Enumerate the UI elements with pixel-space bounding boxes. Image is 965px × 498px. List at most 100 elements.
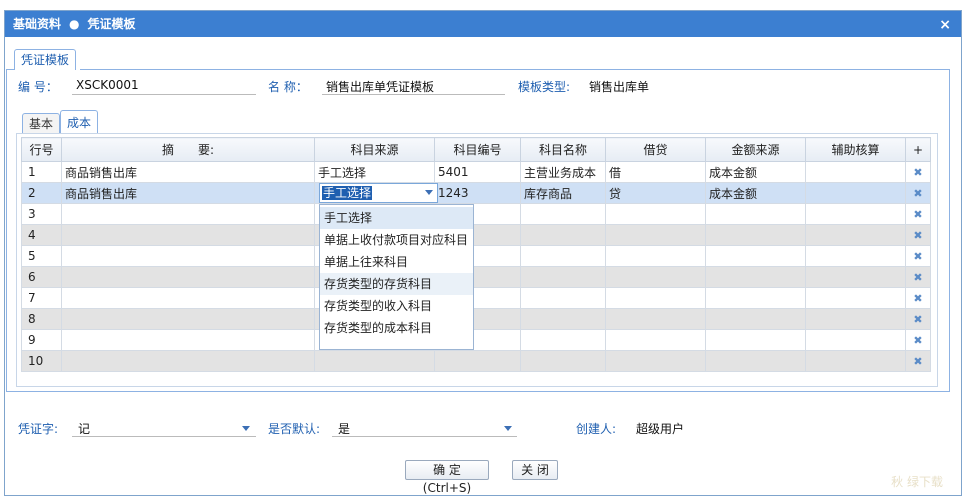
debit-credit-cell[interactable] xyxy=(605,308,706,330)
auxiliary-cell[interactable] xyxy=(805,245,906,267)
dropdown-option-inventory-account[interactable]: 存货类型的存货科目 xyxy=(320,273,473,295)
summary-cell[interactable] xyxy=(61,329,315,351)
delete-row-button[interactable]: ✖ xyxy=(905,245,931,267)
table-row[interactable]: 6 ✖ xyxy=(21,266,931,288)
delete-row-button[interactable]: ✖ xyxy=(905,203,931,225)
delete-row-button[interactable]: ✖ xyxy=(905,350,931,372)
debit-credit-cell[interactable] xyxy=(605,245,706,267)
chevron-down-icon[interactable] xyxy=(242,426,250,431)
amount-source-cell[interactable] xyxy=(705,245,806,267)
summary-cell[interactable]: 商品销售出库 xyxy=(61,182,315,204)
close-button[interactable]: 关 闭 xyxy=(512,460,558,480)
account-name-cell[interactable] xyxy=(520,203,606,225)
summary-cell[interactable] xyxy=(61,350,315,372)
summary-cell[interactable] xyxy=(61,287,315,309)
summary-cell[interactable] xyxy=(61,224,315,246)
delete-row-button[interactable]: ✖ xyxy=(905,182,931,204)
account-source-combo[interactable]: 手工选择 xyxy=(319,183,438,203)
auxiliary-cell[interactable] xyxy=(805,329,906,351)
chevron-down-icon[interactable] xyxy=(425,190,433,195)
summary-cell[interactable] xyxy=(61,203,315,225)
table-row[interactable]: 8 ✖ xyxy=(21,308,931,330)
debit-credit-cell[interactable] xyxy=(605,266,706,288)
account-name-cell[interactable] xyxy=(520,287,606,309)
tab-cost[interactable]: 成本 xyxy=(60,110,99,134)
delete-row-button[interactable]: ✖ xyxy=(905,329,931,351)
chevron-down-icon[interactable] xyxy=(504,426,512,431)
account-name-cell[interactable] xyxy=(520,245,606,267)
table-row[interactable]: 4 ✖ xyxy=(21,224,931,246)
tab-voucher-template[interactable]: 凭证模板 xyxy=(14,49,77,70)
amount-source-cell[interactable] xyxy=(705,266,806,288)
table-row[interactable]: 1 商品销售出库 手工选择 5401 主营业务成本 借 成本金额 ✖ xyxy=(21,161,931,183)
account-name-cell[interactable]: 库存商品 xyxy=(520,182,606,204)
dropdown-option-cost-account[interactable]: 存货类型的成本科目 xyxy=(320,317,473,339)
name-underline xyxy=(322,94,505,95)
delete-row-button[interactable]: ✖ xyxy=(905,287,931,309)
is-default-select[interactable]: 是 xyxy=(338,420,350,437)
debit-credit-cell[interactable] xyxy=(605,287,706,309)
summary-cell[interactable] xyxy=(61,245,315,267)
debit-credit-cell[interactable]: 贷 xyxy=(605,182,706,204)
dropdown-option-payment-item-account[interactable]: 单据上收付款项目对应科目 xyxy=(320,229,473,251)
auxiliary-cell[interactable] xyxy=(805,350,906,372)
account-name-cell[interactable] xyxy=(520,224,606,246)
table-row[interactable]: 10 ✖ xyxy=(21,350,931,372)
debit-credit-cell[interactable] xyxy=(605,224,706,246)
delete-row-button[interactable]: ✖ xyxy=(905,308,931,330)
auxiliary-cell[interactable] xyxy=(805,161,906,183)
auxiliary-cell[interactable] xyxy=(805,182,906,204)
summary-cell[interactable] xyxy=(61,308,315,330)
account-name-cell[interactable] xyxy=(520,350,606,372)
tab-basic[interactable]: 基本 xyxy=(22,113,61,134)
dropdown-option-revenue-account[interactable]: 存货类型的收入科目 xyxy=(320,295,473,317)
auxiliary-cell[interactable] xyxy=(805,224,906,246)
table-row[interactable]: 2 商品销售出库 1243 库存商品 贷 成本金额 ✖ xyxy=(21,182,931,204)
delete-row-icon: ✖ xyxy=(913,166,923,179)
auxiliary-cell[interactable] xyxy=(805,203,906,225)
summary-cell[interactable]: 商品销售出库 xyxy=(61,161,315,183)
table-row[interactable]: 7 ✖ xyxy=(21,287,931,309)
name-field[interactable]: 销售出库单凭证模板 xyxy=(326,78,434,95)
table-row[interactable]: 3 ✖ xyxy=(21,203,931,225)
amount-source-cell[interactable]: 成本金额 xyxy=(705,161,806,183)
auxiliary-cell[interactable] xyxy=(805,308,906,330)
account-code-cell[interactable]: 1243 xyxy=(434,182,521,204)
amount-source-cell[interactable] xyxy=(705,224,806,246)
account-source-cell[interactable] xyxy=(314,350,435,372)
delete-row-button[interactable]: ✖ xyxy=(905,266,931,288)
delete-row-button[interactable]: ✖ xyxy=(905,224,931,246)
voucher-word-select[interactable]: 记 xyxy=(78,420,90,437)
auxiliary-cell[interactable] xyxy=(805,287,906,309)
debit-credit-cell[interactable] xyxy=(605,203,706,225)
table-row[interactable]: 5 ✖ xyxy=(21,245,931,267)
amount-source-cell[interactable] xyxy=(705,287,806,309)
delete-row-button[interactable]: ✖ xyxy=(905,161,931,183)
amount-source-cell[interactable] xyxy=(705,308,806,330)
account-code-cell[interactable] xyxy=(434,350,521,372)
amount-source-cell[interactable]: 成本金额 xyxy=(705,182,806,204)
confirm-button[interactable]: 确 定(Ctrl+S) xyxy=(405,460,489,495)
dropdown-option-manual[interactable]: 手工选择 xyxy=(320,207,473,229)
add-row-button[interactable]: + xyxy=(905,137,931,162)
creator-label: 创建人: xyxy=(576,422,617,436)
close-icon[interactable]: × xyxy=(939,11,951,39)
account-name-cell[interactable] xyxy=(520,308,606,330)
summary-cell[interactable] xyxy=(61,266,315,288)
account-code-cell[interactable]: 5401 xyxy=(434,161,521,183)
table-row[interactable]: 9 ✖ xyxy=(21,329,931,351)
account-name-cell[interactable] xyxy=(520,266,606,288)
account-name-cell[interactable]: 主营业务成本 xyxy=(520,161,606,183)
auxiliary-cell[interactable] xyxy=(805,266,906,288)
debit-credit-cell[interactable]: 借 xyxy=(605,161,706,183)
dropdown-option-contact-account[interactable]: 单据上往来科目 xyxy=(320,251,473,273)
amount-source-cell[interactable] xyxy=(705,203,806,225)
debit-credit-cell[interactable] xyxy=(605,329,706,351)
delete-row-icon: ✖ xyxy=(913,187,923,200)
amount-source-cell[interactable] xyxy=(705,329,806,351)
account-source-cell[interactable]: 手工选择 xyxy=(314,161,435,183)
account-name-cell[interactable] xyxy=(520,329,606,351)
code-field[interactable]: XSCK0001 xyxy=(76,78,139,92)
amount-source-cell[interactable] xyxy=(705,350,806,372)
debit-credit-cell[interactable] xyxy=(605,350,706,372)
